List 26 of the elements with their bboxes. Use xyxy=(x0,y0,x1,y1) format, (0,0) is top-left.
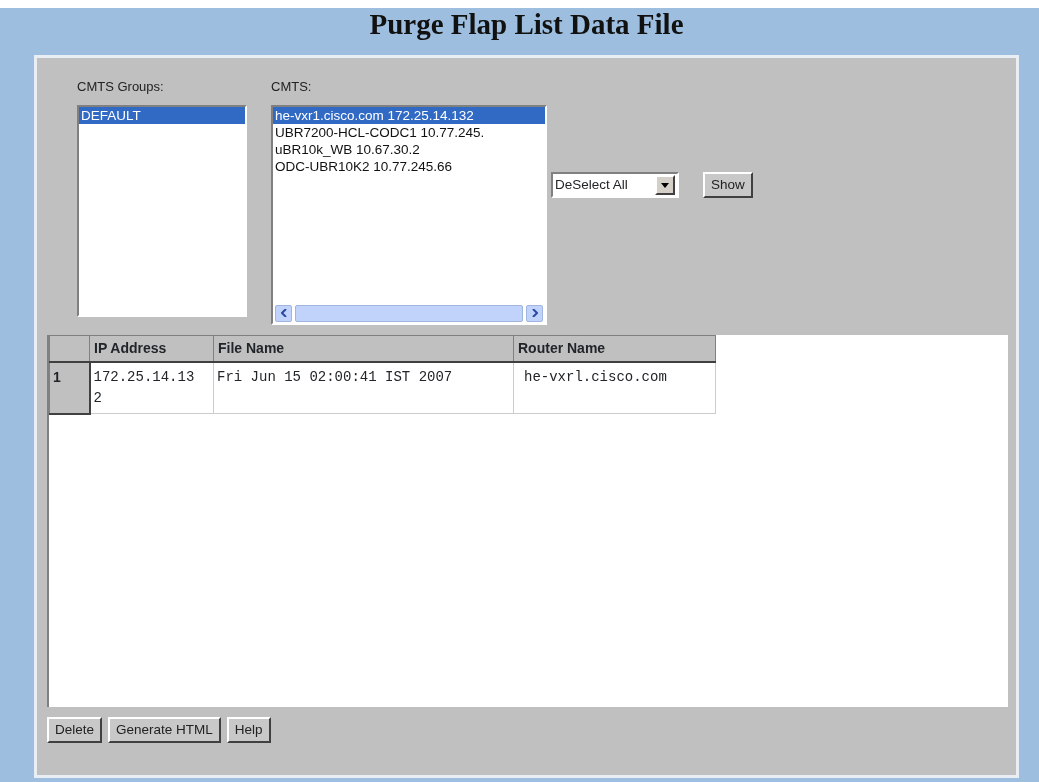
caret-icon xyxy=(661,182,669,188)
column-header[interactable]: Router Name xyxy=(513,335,716,362)
list-item[interactable]: ODC-UBR10K2 10.77.245.66 xyxy=(273,158,545,175)
generate-html-button[interactable]: Generate HTML xyxy=(108,717,221,744)
list-item[interactable]: UBR7200-HCL-CODC1 10.77.245. xyxy=(273,124,545,141)
groups-label: CMTS Groups: xyxy=(77,80,165,93)
select-dropdown[interactable]: DeSelect All xyxy=(551,172,679,198)
table-cell: Fri Jun 15 02:00:41 IST 2007 xyxy=(213,362,514,414)
scroll-left-button[interactable] xyxy=(275,304,292,322)
cmts-listbox[interactable]: he-vxr1.cisco.com 172.25.14.132 UBR7200-HCL-CODC1 10.77.245. uBR10k_WB 10.67.30.2 ODC-UBR10K2 10.77.245.66 xyxy=(271,105,547,325)
table-cell: 172.25.14.132 xyxy=(89,362,214,414)
groups-listbox[interactable]: DEFAULT xyxy=(77,105,247,317)
list-item[interactable]: he-vxr1.cisco.com 172.25.14.132 xyxy=(273,107,545,124)
help-button[interactable]: Help xyxy=(226,717,271,744)
table-cell: he-vxrl.cisco.com xyxy=(513,362,716,414)
cmts-label: CMTS: xyxy=(271,80,313,93)
row-number: 1 xyxy=(49,362,90,414)
page-title: Purge Flap List Data File xyxy=(368,10,685,39)
list-item[interactable]: DEFAULT xyxy=(79,107,245,124)
scroll-thumb[interactable] xyxy=(295,304,523,322)
list-item[interactable]: uBR10k_WB 10.67.30.2 xyxy=(273,141,545,158)
show-button[interactable]: Show xyxy=(703,172,753,199)
column-header[interactable]: IP Address xyxy=(89,335,214,362)
scroll-right-button[interactable] xyxy=(526,304,543,322)
delete-button[interactable]: Delete xyxy=(47,717,103,744)
column-header[interactable]: File Name xyxy=(213,335,514,362)
